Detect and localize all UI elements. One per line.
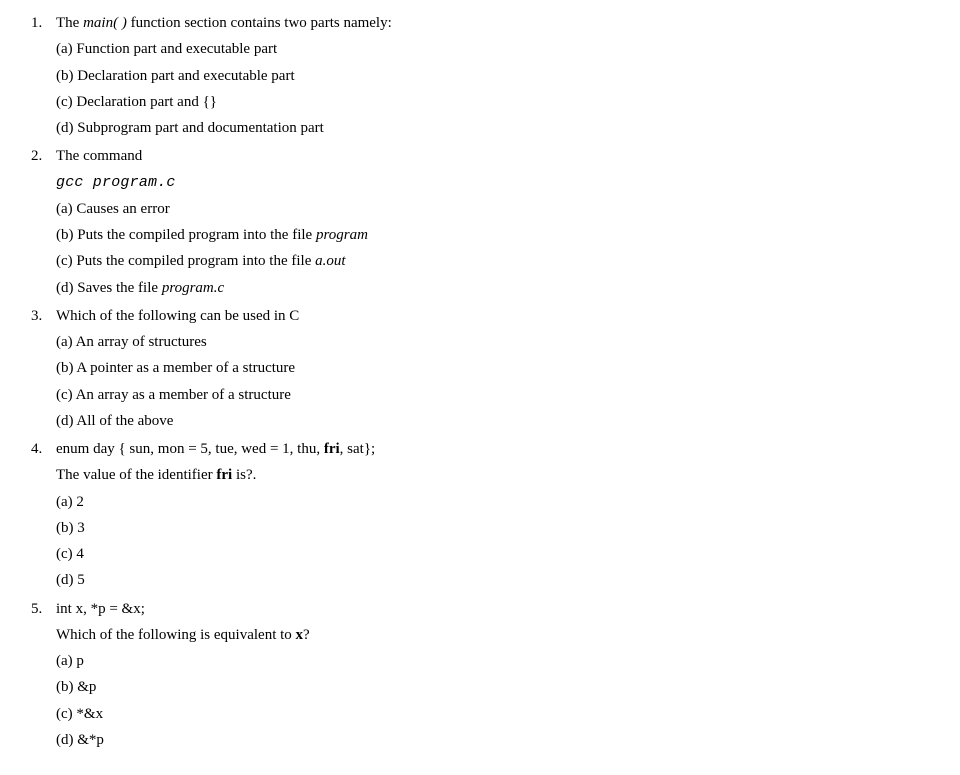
q1-options: (a) Function part and executable part (b… — [56, 36, 940, 141]
q2-d-pre: (d) Saves the file — [56, 280, 162, 296]
q5-stem: int x, *p = &x; — [56, 601, 145, 617]
q4-options: (a) 2 (b) 3 (c) 4 (d) 5 — [56, 489, 940, 594]
q1-option-b: (b) Declaration part and executable part — [56, 63, 940, 89]
q2-stem: The command — [56, 148, 142, 164]
q1-option-c: (c) Declaration part and {} — [56, 89, 940, 115]
q1-stem-post: function section contains two parts name… — [127, 15, 392, 31]
q4-option-a: (a) 2 — [56, 489, 940, 515]
q5-option-a: (a) p — [56, 648, 940, 674]
q4-line2: The value of the identifier fri is?. — [56, 462, 940, 488]
question-2: The command gcc program.c (a) Causes an … — [46, 143, 940, 301]
q4-line2-post: is?. — [232, 467, 256, 483]
q2-c-pre: (c) Puts the compiled program into the f… — [56, 253, 315, 269]
q5-option-d: (d) &*p — [56, 727, 940, 753]
q4-option-d: (d) 5 — [56, 567, 940, 593]
q2-option-b: (b) Puts the compiled program into the f… — [56, 222, 940, 248]
q2-b-pre: (b) Puts the compiled program into the f… — [56, 227, 316, 243]
q2-option-d: (d) Saves the file program.c — [56, 275, 940, 301]
q3-stem: Which of the following can be used in C — [56, 308, 299, 324]
question-3: Which of the following can be used in C … — [46, 303, 940, 434]
q1-stem-pre: The — [56, 15, 83, 31]
q4-stem-bold: fri — [324, 441, 340, 457]
q2-b-it: program — [316, 227, 368, 243]
q1-stem: The main( ) function section contains tw… — [56, 15, 392, 31]
q4-option-b: (b) 3 — [56, 515, 940, 541]
q4-line2-bold: fri — [216, 467, 232, 483]
q4-option-c: (c) 4 — [56, 541, 940, 567]
q3-option-c: (c) An array as a member of a structure — [56, 382, 940, 408]
q5-line2-post: ? — [303, 627, 310, 643]
q2-code: gcc program.c — [56, 170, 940, 196]
q3-option-b: (b) A pointer as a member of a structure — [56, 355, 940, 381]
q1-option-d: (d) Subprogram part and documentation pa… — [56, 115, 940, 141]
q3-option-a: (a) An array of structures — [56, 329, 940, 355]
q5-option-c: (c) *&x — [56, 701, 940, 727]
q4-stem: enum day { sun, mon = 5, tue, wed = 1, t… — [56, 441, 375, 457]
q4-line2-pre: The value of the identifier — [56, 467, 216, 483]
q2-option-a: (a) Causes an error — [56, 196, 940, 222]
q4-stem-pre: enum day { sun, mon = 5, tue, wed = 1, t… — [56, 441, 324, 457]
q2-d-it: program.c — [162, 280, 224, 296]
question-4: enum day { sun, mon = 5, tue, wed = 1, t… — [46, 436, 940, 594]
q5-options: (a) p (b) &p (c) *&x (d) &*p — [56, 648, 940, 753]
question-5: int x, *p = &x; Which of the following i… — [46, 596, 940, 754]
q3-options: (a) An array of structures (b) A pointer… — [56, 329, 940, 434]
q2-options: (a) Causes an error (b) Puts the compile… — [56, 196, 940, 301]
q5-line2: Which of the following is equivalent to … — [56, 622, 940, 648]
question-1: The main( ) function section contains tw… — [46, 10, 940, 141]
question-list: The main( ) function section contains tw… — [20, 10, 940, 753]
q1-option-a: (a) Function part and executable part — [56, 36, 940, 62]
q2-option-c: (c) Puts the compiled program into the f… — [56, 248, 940, 274]
q5-line2-bold: x — [296, 627, 304, 643]
q5-line2-pre: Which of the following is equivalent to — [56, 627, 296, 643]
q2-c-it: a.out — [315, 253, 345, 269]
q1-stem-main: main( ) — [83, 15, 127, 31]
q3-option-d: (d) All of the above — [56, 408, 940, 434]
q5-option-b: (b) &p — [56, 674, 940, 700]
q4-stem-post: , sat}; — [340, 441, 376, 457]
